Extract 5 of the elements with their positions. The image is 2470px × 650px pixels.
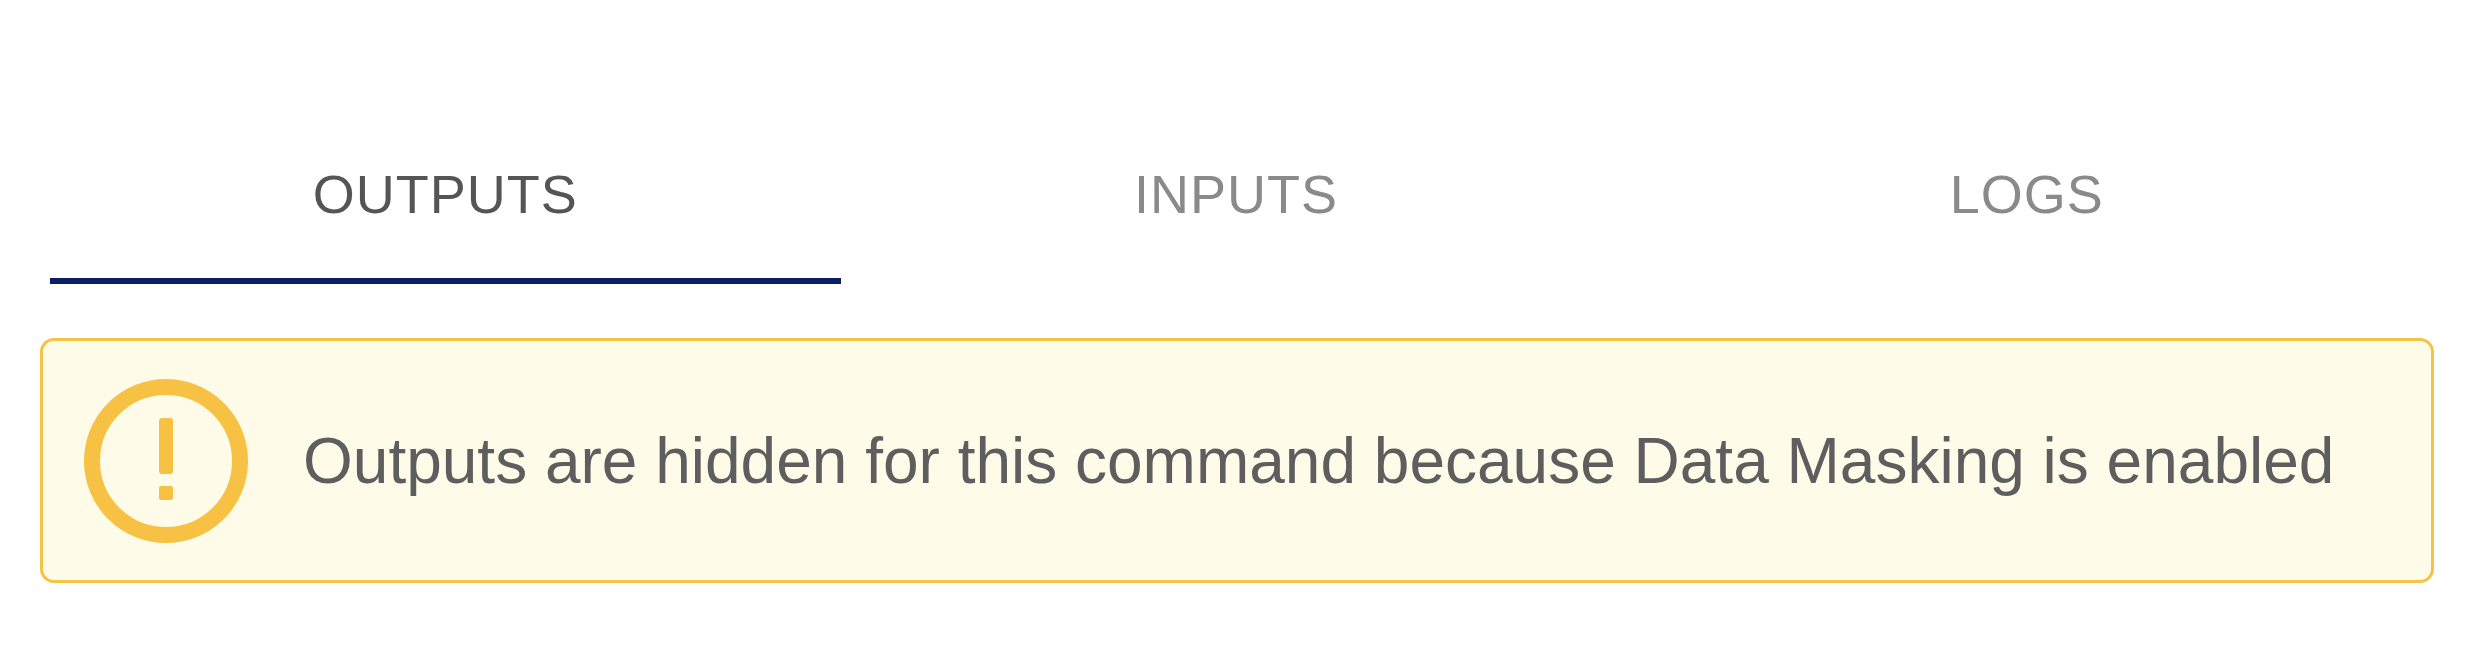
- warning-message: Outputs are hidden for this command because Data Masking is enabled: [303, 423, 2335, 498]
- tab[interactable]: OUTPUTS: [50, 110, 841, 284]
- tab[interactable]: LOGS: [1631, 110, 2422, 284]
- warning-icon: [83, 377, 249, 544]
- tab[interactable]: INPUTS: [840, 110, 1632, 284]
